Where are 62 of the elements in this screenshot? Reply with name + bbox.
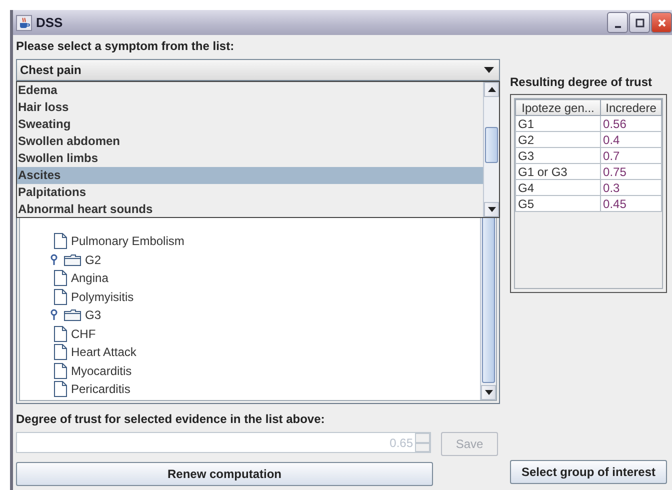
symptom-dropdown[interactable]: Chest pain: [16, 59, 500, 81]
maximize-icon: [634, 18, 644, 28]
minimize-icon: [614, 26, 620, 28]
trust-label: Degree of trust for selected evidence in the list above:: [16, 412, 326, 426]
dropdown-item[interactable]: Hair loss: [17, 99, 483, 116]
tree-item[interactable]: Heart Attack: [71, 345, 136, 360]
table-cell: 0.7: [600, 148, 662, 164]
file-icon: [54, 381, 67, 398]
expand-handle-icon[interactable]: [50, 309, 58, 322]
file-icon: [54, 362, 67, 379]
cup-icon: [16, 14, 32, 30]
table-cell: G5: [516, 196, 601, 212]
file-icon: [54, 270, 67, 286]
scroll-up-icon[interactable]: [488, 87, 496, 92]
file-icon: [54, 344, 67, 360]
table-cell: G1: [516, 116, 601, 132]
tree-item[interactable]: Pericarditis: [71, 382, 130, 396]
dropdown-item[interactable]: Sweating: [17, 116, 483, 133]
expand-handle-icon[interactable]: [50, 254, 58, 266]
scroll-down-icon[interactable]: [484, 390, 492, 395]
tree-item[interactable]: Polymyisitis: [71, 290, 134, 304]
table-cell: G2: [516, 132, 601, 148]
select-group-button[interactable]: Select group of interest: [510, 460, 667, 484]
symptom-label: Please select a symptom from the list:: [16, 39, 236, 53]
table-cell: 0.56: [600, 116, 662, 132]
folder-icon: [64, 309, 81, 322]
close-icon: [656, 18, 666, 28]
caret-icon: [484, 67, 494, 73]
dropdown-item[interactable]: Abnormal heart sounds: [17, 201, 483, 218]
table-cell: G3: [516, 148, 601, 164]
tree-item[interactable]: G2: [85, 252, 102, 267]
dropdown-item[interactable]: Swollen limbs: [17, 150, 483, 167]
column-header[interactable]: Ipoteze gen...: [516, 100, 601, 116]
tree-item[interactable]: Myocarditis: [71, 364, 132, 378]
tree-item[interactable]: CHF: [71, 326, 96, 341]
file-icon: [54, 233, 67, 250]
result-title: Resulting degree of trust: [510, 75, 654, 89]
table-cell: 0.4: [600, 132, 662, 148]
maximize-button[interactable]: [629, 12, 650, 33]
column-header[interactable]: Incredere: [600, 100, 662, 116]
file-icon: [54, 326, 67, 342]
folder-icon: [64, 254, 81, 266]
tree-item[interactable]: G3: [85, 308, 102, 322]
table-cell: 0.75: [600, 164, 662, 180]
minimize-button[interactable]: [607, 12, 628, 33]
tree-item[interactable]: Pulmonary Embolism: [71, 234, 184, 248]
tree-item[interactable]: Angina: [71, 271, 108, 286]
close-button[interactable]: [651, 12, 672, 33]
table-cell: 0.45: [600, 196, 662, 212]
dropdown-item[interactable]: Swollen abdomen: [17, 133, 483, 150]
scrollbar[interactable]: [483, 82, 499, 217]
table-cell: G1 or G3: [516, 164, 601, 180]
file-icon: [54, 288, 67, 305]
table-cell: G4: [516, 180, 601, 196]
dropdown-item[interactable]: Ascites: [17, 167, 483, 184]
dropdown-item[interactable]: Palpitations: [17, 184, 483, 201]
scroll-down-icon[interactable]: [488, 207, 496, 212]
renew-computation-button[interactable]: Renew computation: [16, 462, 433, 486]
window-title: DSS: [36, 15, 63, 30]
scroll-thumb[interactable]: [485, 127, 498, 163]
table-cell: 0.3: [600, 180, 662, 196]
dropdown-item[interactable]: Edema: [17, 82, 483, 99]
